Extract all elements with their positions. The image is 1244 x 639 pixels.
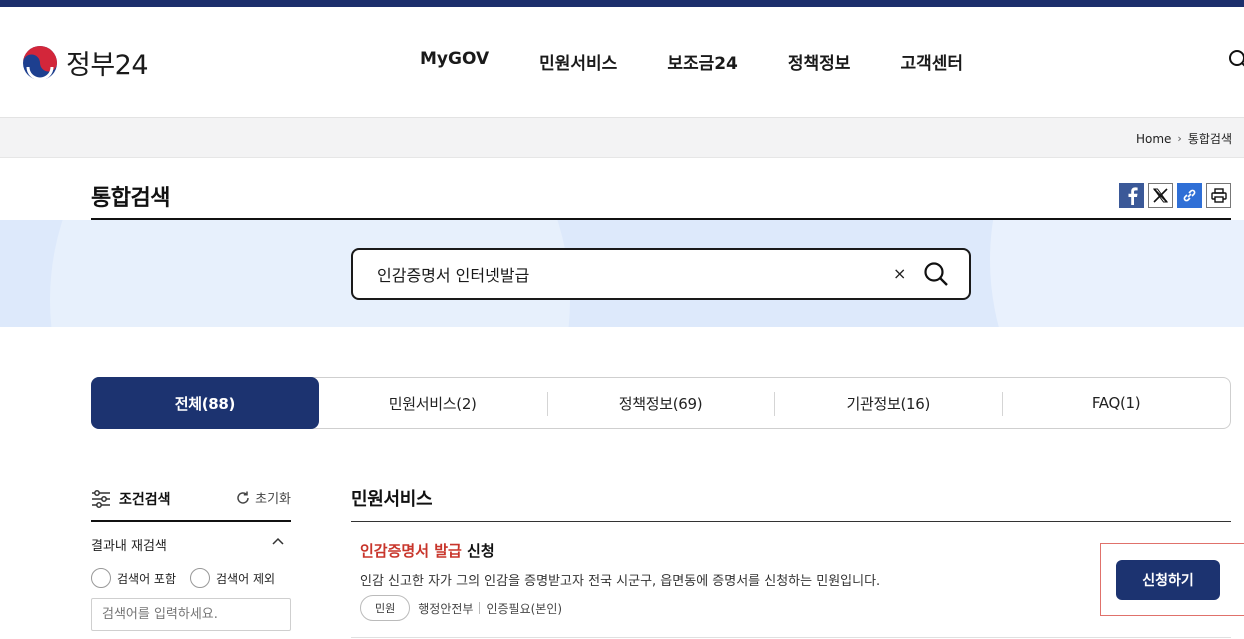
result-auth: 인증필요(본인) [486,601,563,616]
result-title-highlight: 인감증명서 발급 [360,542,462,560]
logo-text: 정부24 [66,50,149,81]
printer-icon [1210,188,1227,203]
meta-divider [479,602,481,614]
x-share-button[interactable] [1148,183,1173,208]
nav-item-civil-services[interactable]: 민원서비스 [539,49,617,74]
breadcrumb-current: 통합검색 [1187,132,1232,146]
site-header: 정부24 MyGOV 민원서비스 보조금24 정책정보 고객센터 [0,7,1244,118]
result-item: 인감증명서 발급 신청 인감 신고한 자가 그의 인감을 증명받고자 전국 시군… [351,522,1244,638]
condition-search-panel: 조건검색 초기화 결과내 재검색 검색어 포함 검색어 제외 [91,478,291,631]
facebook-icon [1128,186,1138,205]
refine-search-label: 결과내 재검색 [91,538,167,554]
print-button[interactable] [1206,183,1231,208]
link-icon [1183,189,1196,202]
tab-agency-info[interactable]: 기관정보(16) [774,378,1002,428]
tab-policy-info[interactable]: 정책정보(69) [546,378,775,428]
clear-search-icon[interactable]: × [893,264,906,283]
result-category-tabs: 전체(88) 민원서비스(2) 정책정보(69) 기관정보(16) FAQ(1) [91,377,1231,429]
result-meta: 민원 행정안전부 인증필요(본인) [360,595,562,621]
include-keyword-radio[interactable] [91,568,111,588]
nav-item-mygov[interactable]: MyGOV [420,49,489,74]
refine-search-input[interactable] [91,598,291,631]
page-title: 통합검색 [91,186,170,211]
sliders-icon [92,490,110,508]
tab-all[interactable]: 전체(88) [91,377,319,429]
breadcrumb-bar: Home › 통합검색 [0,118,1244,158]
tab-civil-services[interactable]: 민원서비스(2) [319,378,547,428]
refine-options: 검색어 포함 검색어 제외 [91,566,291,590]
site-logo[interactable]: 정부24 [22,43,149,82]
filter-title: 조건검색 [119,492,171,508]
filter-header: 조건검색 초기화 [91,478,291,522]
taegeuk-logo-icon [23,45,57,80]
result-agency: 행정안전부 [418,601,474,616]
facebook-share-button[interactable] [1119,183,1144,208]
x-logo-icon [1153,188,1168,203]
section-title: 민원서비스 [351,478,1231,522]
nav-item-subsidy24[interactable]: 보조금24 [667,49,738,74]
chevron-right-icon: › [1177,132,1182,145]
breadcrumb: Home › 통합검색 [1136,130,1232,147]
refine-search-header[interactable]: 결과내 재검색 [91,522,291,566]
result-title-rest: 신청 [461,542,495,560]
tab-faq[interactable]: FAQ(1) [1002,378,1230,428]
share-tools [1115,183,1231,208]
search-box: × [351,248,971,300]
result-type-tag: 민원 [360,595,411,621]
copy-link-button[interactable] [1177,183,1202,208]
refresh-icon [237,491,249,504]
apply-button-frame: 신청하기 [1100,543,1244,616]
reset-label: 초기화 [255,492,291,507]
band-decoration [990,220,1244,327]
result-description: 인감 신고한 자가 그의 인감을 증명받고자 전국 시군구, 읍면동에 증명서를… [360,574,881,589]
nav-item-customer-center[interactable]: 고객센터 [900,49,963,74]
chevron-up-icon[interactable] [271,536,285,546]
top-accent-bar [0,0,1244,7]
main-nav: MyGOV 민원서비스 보조금24 정책정보 고객센터 [420,49,1013,74]
search-results: 민원서비스 인감증명서 발급 신청 인감 신고한 자가 그의 인감을 증명받고자… [351,478,1244,638]
search-input[interactable] [377,264,877,283]
reset-button[interactable]: 초기화 [235,488,291,507]
result-title-link[interactable]: 인감증명서 발급 신청 [360,540,495,561]
page-title-area: 통합검색 [91,158,1231,220]
nav-item-policy-info[interactable]: 정책정보 [788,49,851,74]
breadcrumb-home[interactable]: Home [1136,132,1171,146]
search-icon[interactable] [923,261,949,287]
exclude-keyword-label: 검색어 제외 [216,571,276,586]
include-keyword-label: 검색어 포함 [117,571,177,586]
search-band: × [0,220,1244,327]
exclude-keyword-radio[interactable] [190,568,211,588]
apply-button[interactable]: 신청하기 [1116,560,1220,600]
header-search-icon[interactable] [1228,49,1244,71]
